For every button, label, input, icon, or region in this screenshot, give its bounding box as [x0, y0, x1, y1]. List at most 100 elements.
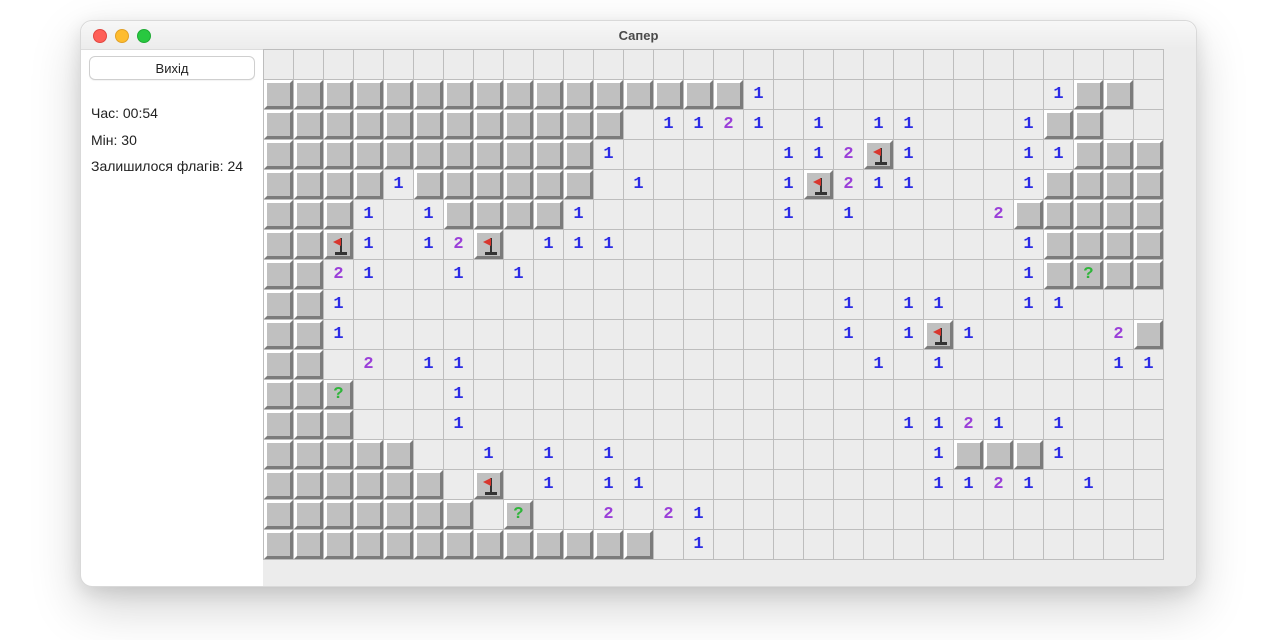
cell-empty[interactable] — [1104, 380, 1133, 409]
cell-empty[interactable] — [264, 50, 293, 79]
cell-covered[interactable] — [1044, 200, 1073, 229]
cell-empty[interactable] — [354, 410, 383, 439]
cell-covered[interactable] — [1134, 170, 1163, 199]
cell-empty[interactable] — [354, 290, 383, 319]
cell-empty[interactable] — [654, 380, 683, 409]
cell-covered[interactable] — [294, 410, 323, 439]
cell-empty[interactable] — [444, 320, 473, 349]
cell-covered[interactable] — [294, 350, 323, 379]
cell-empty[interactable] — [624, 230, 653, 259]
cell-number[interactable]: 1 — [804, 140, 833, 169]
cell-empty[interactable] — [744, 140, 773, 169]
cell-number[interactable]: 1 — [624, 170, 653, 199]
cell-empty[interactable] — [714, 320, 743, 349]
cell-number[interactable]: 2 — [834, 170, 863, 199]
cell-empty[interactable] — [504, 290, 533, 319]
cell-empty[interactable] — [834, 380, 863, 409]
cell-covered[interactable] — [1074, 200, 1103, 229]
cell-empty[interactable] — [774, 230, 803, 259]
cell-number[interactable]: 1 — [444, 380, 473, 409]
cell-empty[interactable] — [354, 380, 383, 409]
cell-number[interactable]: 1 — [804, 110, 833, 139]
cell-empty[interactable] — [534, 350, 563, 379]
cell-number[interactable]: 1 — [1014, 290, 1043, 319]
cell-number[interactable]: 1 — [1014, 260, 1043, 289]
cell-covered[interactable] — [1074, 80, 1103, 109]
cell-covered[interactable] — [294, 290, 323, 319]
cell-empty[interactable] — [894, 470, 923, 499]
cell-empty[interactable] — [774, 440, 803, 469]
cell-question[interactable]: ? — [1074, 260, 1103, 289]
cell-number[interactable]: 1 — [444, 410, 473, 439]
cell-empty[interactable] — [774, 350, 803, 379]
cell-empty[interactable] — [1104, 50, 1133, 79]
cell-covered[interactable] — [1134, 260, 1163, 289]
cell-empty[interactable] — [384, 50, 413, 79]
cell-empty[interactable] — [1074, 530, 1103, 559]
cell-empty[interactable] — [714, 470, 743, 499]
cell-number[interactable]: 1 — [324, 290, 353, 319]
cell-empty[interactable] — [1134, 410, 1163, 439]
cell-covered[interactable] — [504, 170, 533, 199]
cell-empty[interactable] — [684, 350, 713, 379]
cell-empty[interactable] — [714, 200, 743, 229]
cell-number[interactable]: 1 — [594, 140, 623, 169]
cell-number[interactable]: 1 — [624, 470, 653, 499]
cell-empty[interactable] — [954, 50, 983, 79]
cell-empty[interactable] — [954, 80, 983, 109]
cell-empty[interactable] — [594, 260, 623, 289]
cell-empty[interactable] — [774, 320, 803, 349]
cell-empty[interactable] — [744, 500, 773, 529]
cell-empty[interactable] — [894, 50, 923, 79]
cell-empty[interactable] — [1104, 440, 1133, 469]
cell-empty[interactable] — [624, 410, 653, 439]
cell-empty[interactable] — [714, 410, 743, 439]
cell-empty[interactable] — [924, 200, 953, 229]
cell-empty[interactable] — [324, 350, 353, 379]
cell-empty[interactable] — [654, 200, 683, 229]
cell-empty[interactable] — [774, 50, 803, 79]
cell-covered[interactable] — [564, 530, 593, 559]
cell-empty[interactable] — [894, 260, 923, 289]
cell-question[interactable]: ? — [504, 500, 533, 529]
cell-empty[interactable] — [834, 80, 863, 109]
cell-empty[interactable] — [504, 410, 533, 439]
cell-number[interactable]: 1 — [1014, 470, 1043, 499]
cell-flagged[interactable] — [804, 170, 833, 199]
cell-empty[interactable] — [984, 50, 1013, 79]
cell-covered[interactable] — [1104, 200, 1133, 229]
cell-empty[interactable] — [414, 320, 443, 349]
cell-covered[interactable] — [444, 110, 473, 139]
cell-empty[interactable] — [804, 200, 833, 229]
cell-number[interactable]: 1 — [1044, 290, 1073, 319]
cell-empty[interactable] — [294, 50, 323, 79]
cell-covered[interactable] — [264, 260, 293, 289]
cell-empty[interactable] — [744, 530, 773, 559]
cell-covered[interactable] — [1044, 170, 1073, 199]
cell-empty[interactable] — [894, 530, 923, 559]
cell-empty[interactable] — [1044, 50, 1073, 79]
cell-empty[interactable] — [834, 350, 863, 379]
cell-covered[interactable] — [534, 110, 563, 139]
cell-empty[interactable] — [744, 350, 773, 379]
cell-empty[interactable] — [984, 140, 1013, 169]
cell-number[interactable]: 1 — [924, 440, 953, 469]
cell-empty[interactable] — [804, 290, 833, 319]
cell-covered[interactable] — [474, 140, 503, 169]
cell-empty[interactable] — [624, 350, 653, 379]
cell-empty[interactable] — [744, 380, 773, 409]
cell-number[interactable]: 1 — [1014, 170, 1043, 199]
cell-empty[interactable] — [804, 320, 833, 349]
cell-empty[interactable] — [684, 50, 713, 79]
cell-empty[interactable] — [594, 200, 623, 229]
close-icon[interactable] — [93, 29, 107, 43]
cell-covered[interactable] — [1104, 170, 1133, 199]
cell-covered[interactable] — [264, 200, 293, 229]
zoom-icon[interactable] — [137, 29, 151, 43]
cell-empty[interactable] — [684, 410, 713, 439]
cell-empty[interactable] — [564, 350, 593, 379]
cell-number[interactable]: 2 — [954, 410, 983, 439]
cell-empty[interactable] — [1074, 380, 1103, 409]
cell-empty[interactable] — [1134, 290, 1163, 319]
cell-flagged[interactable] — [924, 320, 953, 349]
